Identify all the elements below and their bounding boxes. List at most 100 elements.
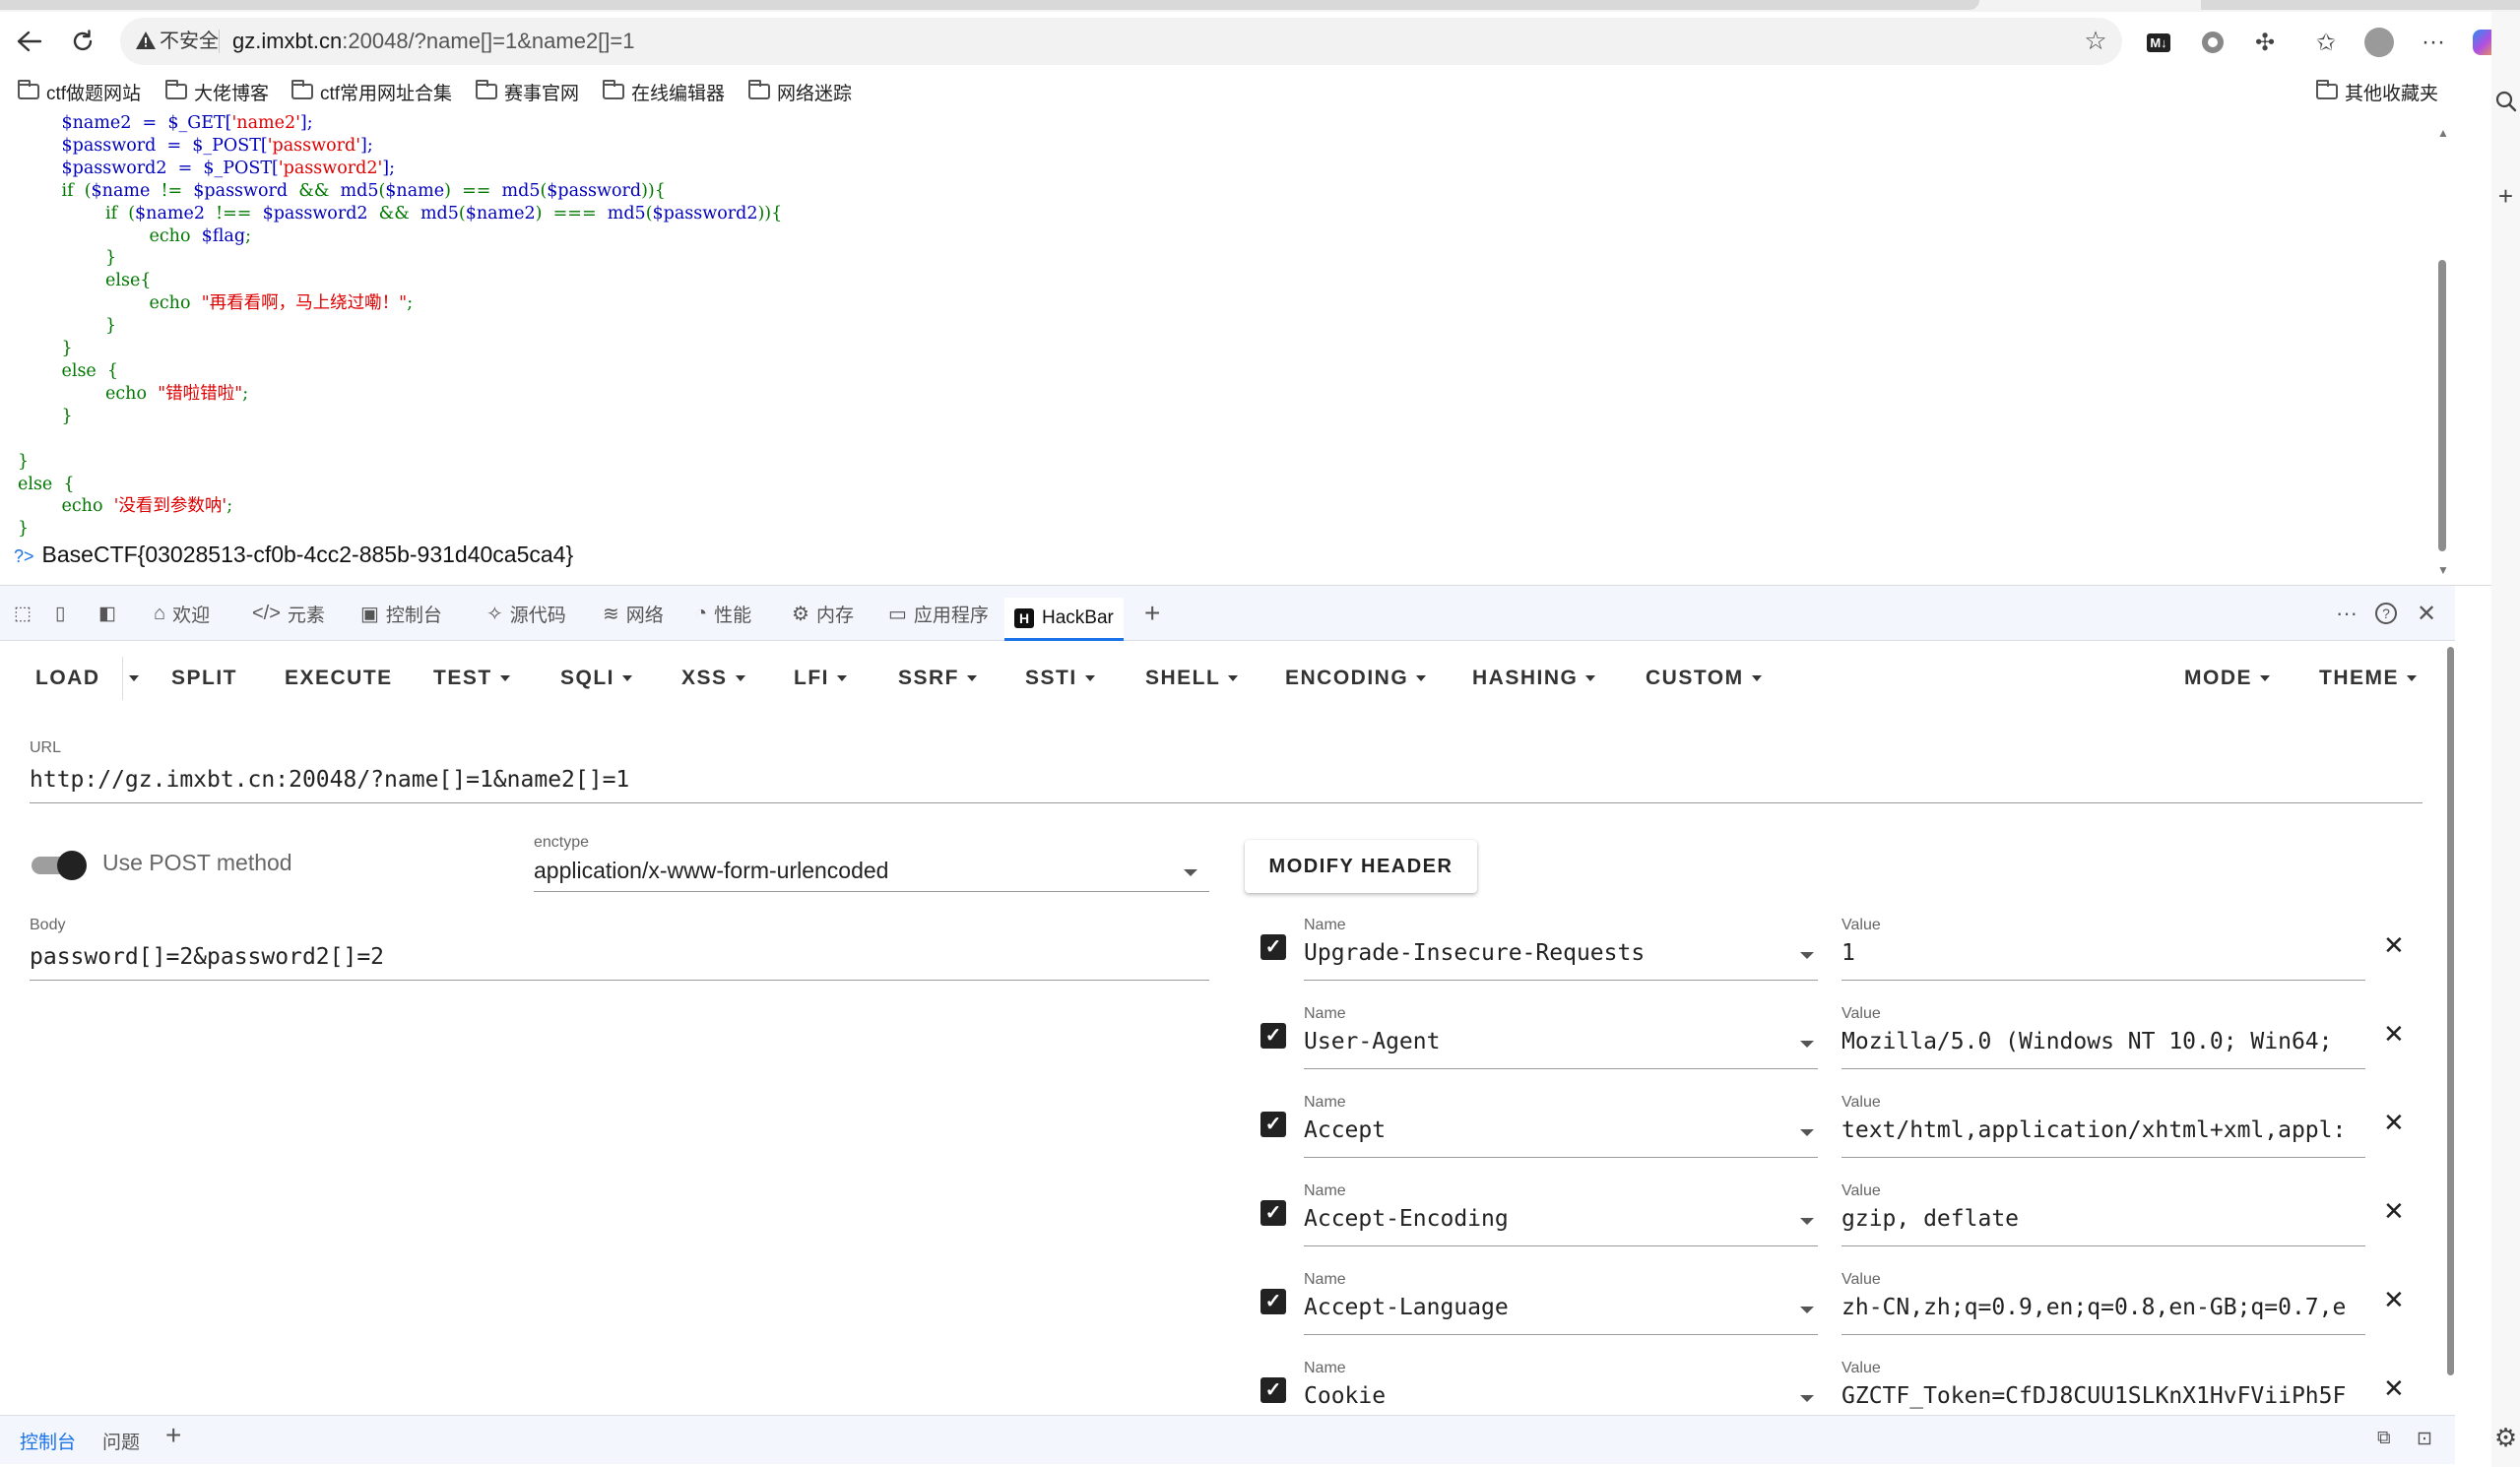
tab-console[interactable]: ▣ 控制台 — [360, 596, 442, 631]
header-name-dropdown-icon[interactable] — [1800, 1307, 1814, 1313]
reload-icon[interactable] — [63, 22, 102, 61]
security-label[interactable]: 不安全 — [160, 28, 219, 55]
header-value-input[interactable]: 1 — [1842, 940, 2365, 966]
tab-performance[interactable]: ◔ 性能 — [695, 596, 751, 631]
drawer-add-icon[interactable]: + — [165, 1420, 181, 1451]
bookmark-blogs[interactable]: 大佬博客 — [165, 77, 269, 106]
bookmark-contest-sites[interactable]: 赛事官网 — [476, 77, 579, 106]
header-value-input[interactable]: text/html,application/xhtml+xml,appl: — [1842, 1117, 2365, 1143]
header-name-input[interactable]: Upgrade-Insecure-Requests — [1304, 940, 1796, 966]
tab-memory[interactable]: ⚙ 内存 — [792, 596, 854, 631]
header-enabled-checkbox[interactable]: ✓ — [1260, 1112, 1286, 1137]
add-icon[interactable]: + — [2491, 181, 2520, 212]
more-options-icon[interactable]: ··· — [2336, 596, 2358, 631]
header-enabled-checkbox[interactable]: ✓ — [1260, 934, 1286, 960]
settings-gear-icon[interactable]: ⚙ — [2491, 1423, 2520, 1453]
close-devtools-icon[interactable]: ✕ — [2417, 596, 2436, 631]
scrollbar-thumb[interactable] — [2438, 260, 2446, 551]
modify-header-button[interactable]: MODIFY HEADER — [1245, 840, 1477, 893]
load-dropdown-toggle[interactable] — [122, 657, 139, 700]
browser-tab[interactable] — [2201, 0, 2520, 10]
remove-header-icon[interactable]: ✕ — [2383, 1373, 2405, 1404]
tab-sources[interactable]: ✧ 源代码 — [486, 596, 566, 631]
header-value-input[interactable]: gzip, deflate — [1842, 1206, 2365, 1232]
tab-hackbar[interactable]: H HackBar — [1004, 598, 1124, 641]
header-name-dropdown-icon[interactable] — [1800, 1041, 1814, 1048]
header-enabled-checkbox[interactable]: ✓ — [1260, 1377, 1286, 1403]
custom-menu[interactable]: CUSTOM — [1646, 663, 1762, 694]
header-value-input[interactable]: Mozilla/5.0 (Windows NT 10.0; Win64; — [1842, 1029, 2365, 1054]
enctype-select[interactable]: application/x-www-form-urlencoded — [534, 858, 888, 884]
sqli-menu[interactable]: SQLI — [560, 663, 633, 694]
mode-menu[interactable]: MODE — [2184, 663, 2270, 694]
theme-menu[interactable]: THEME — [2319, 663, 2417, 694]
page-scrollbar[interactable]: ▲ ▼ — [2433, 112, 2455, 581]
hackbar-scrollbar[interactable] — [2445, 641, 2455, 1419]
test-menu[interactable]: TEST — [433, 663, 510, 694]
dock-drawer-icon[interactable]: ⧉ — [2377, 1428, 2391, 1449]
favorites-icon[interactable]: ✩ — [2309, 26, 2343, 59]
more-menu-icon[interactable]: ··· — [2417, 26, 2450, 59]
url-input[interactable]: http://gz.imxbt.cn:20048/?name[]=1&name2… — [30, 767, 2423, 793]
remove-header-icon[interactable]: ✕ — [2383, 930, 2405, 961]
body-input[interactable]: password[]=2&password2[]=2 — [30, 944, 1207, 970]
hashing-menu[interactable]: HASHING — [1472, 663, 1596, 694]
device-emulation-icon[interactable]: ▯ — [55, 596, 65, 631]
use-post-toggle[interactable] — [32, 850, 87, 880]
tab-application[interactable]: ▭ 应用程序 — [888, 596, 989, 631]
header-name-input[interactable]: Accept-Encoding — [1304, 1206, 1796, 1232]
header-name-input[interactable]: Accept-Language — [1304, 1295, 1796, 1320]
header-name-input[interactable]: Accept — [1304, 1117, 1796, 1143]
encoding-menu[interactable]: ENCODING — [1285, 663, 1427, 694]
inspect-element-icon[interactable]: ⬚ — [14, 596, 32, 631]
shell-menu[interactable]: SHELL — [1145, 663, 1239, 694]
bookmark-online-editor[interactable]: 在线编辑器 — [603, 77, 725, 106]
markdown-icon[interactable]: M↓ — [2142, 26, 2175, 59]
warning-icon[interactable] — [134, 30, 160, 53]
scrollbar-thumb[interactable] — [2447, 647, 2454, 1375]
drawer-tab-issues[interactable]: 问题 — [102, 1428, 140, 1454]
bookmark-ctf-sites[interactable]: ctf做题网站 — [18, 77, 141, 106]
xss-menu[interactable]: XSS — [681, 663, 745, 694]
bookmark-ctf-links[interactable]: ctf常用网址合集 — [291, 77, 452, 106]
help-icon[interactable]: ? — [2375, 596, 2397, 631]
header-value-input[interactable]: zh-CN,zh;q=0.9,en;q=0.8,en-GB;q=0.7,e — [1842, 1295, 2365, 1320]
search-icon[interactable] — [2491, 89, 2520, 119]
dock-side-icon[interactable]: ◧ — [98, 596, 116, 631]
header-value-input[interactable]: GZCTF_Token=CfDJ8CUU1SLKnX1HvFViiPh5F — [1842, 1383, 2365, 1409]
ssti-menu[interactable]: SSTI — [1025, 663, 1095, 694]
header-name-input[interactable]: Cookie — [1304, 1383, 1796, 1409]
bookmark-other-favorites[interactable]: 其他收藏夹 — [2316, 77, 2438, 106]
drawer-tab-console[interactable]: 控制台 — [20, 1428, 76, 1454]
remove-header-icon[interactable]: ✕ — [2383, 1108, 2405, 1138]
load-button[interactable]: LOAD — [35, 663, 100, 694]
scroll-down-icon[interactable]: ▼ — [2437, 563, 2449, 577]
execute-button[interactable]: EXECUTE — [285, 663, 393, 694]
header-name-dropdown-icon[interactable] — [1800, 1129, 1814, 1136]
extension-circle-icon[interactable] — [2196, 26, 2229, 59]
tab-network[interactable]: ≋ 网络 — [603, 596, 664, 631]
split-button[interactable]: SPLIT — [171, 663, 237, 694]
remove-header-icon[interactable]: ✕ — [2383, 1196, 2405, 1227]
tab-welcome[interactable]: ⌂ 欢迎 — [154, 596, 210, 631]
profile-avatar-icon[interactable] — [2362, 26, 2396, 59]
tab-elements[interactable]: </> 元素 — [252, 596, 325, 631]
bookmark-osint[interactable]: 网络迷踪 — [748, 77, 852, 106]
address-bar[interactable]: 不安全 gz.imxbt.cn:20048/?name[]=1&name2[]=… — [120, 18, 2122, 65]
header-enabled-checkbox[interactable]: ✓ — [1260, 1023, 1286, 1049]
add-tab-icon[interactable]: + — [1144, 596, 1160, 631]
enctype-dropdown-icon[interactable] — [1184, 869, 1197, 876]
header-name-dropdown-icon[interactable] — [1800, 1395, 1814, 1402]
remove-header-icon[interactable]: ✕ — [2383, 1019, 2405, 1050]
back-arrow-icon[interactable] — [10, 22, 49, 61]
close-drawer-icon[interactable]: ⊡ — [2417, 1428, 2432, 1450]
header-enabled-checkbox[interactable]: ✓ — [1260, 1289, 1286, 1314]
ssrf-menu[interactable]: SSRF — [898, 663, 978, 694]
scroll-up-icon[interactable]: ▲ — [2437, 126, 2449, 140]
header-enabled-checkbox[interactable]: ✓ — [1260, 1200, 1286, 1226]
lfi-menu[interactable]: LFI — [794, 663, 847, 694]
extensions-puzzle-icon[interactable]: ✣ — [2248, 26, 2282, 59]
favorite-star-icon[interactable]: ☆ — [2081, 26, 2110, 55]
header-name-dropdown-icon[interactable] — [1800, 952, 1814, 959]
url-text[interactable]: gz.imxbt.cn:20048/?name[]=1&name2[]=1 — [232, 28, 635, 55]
